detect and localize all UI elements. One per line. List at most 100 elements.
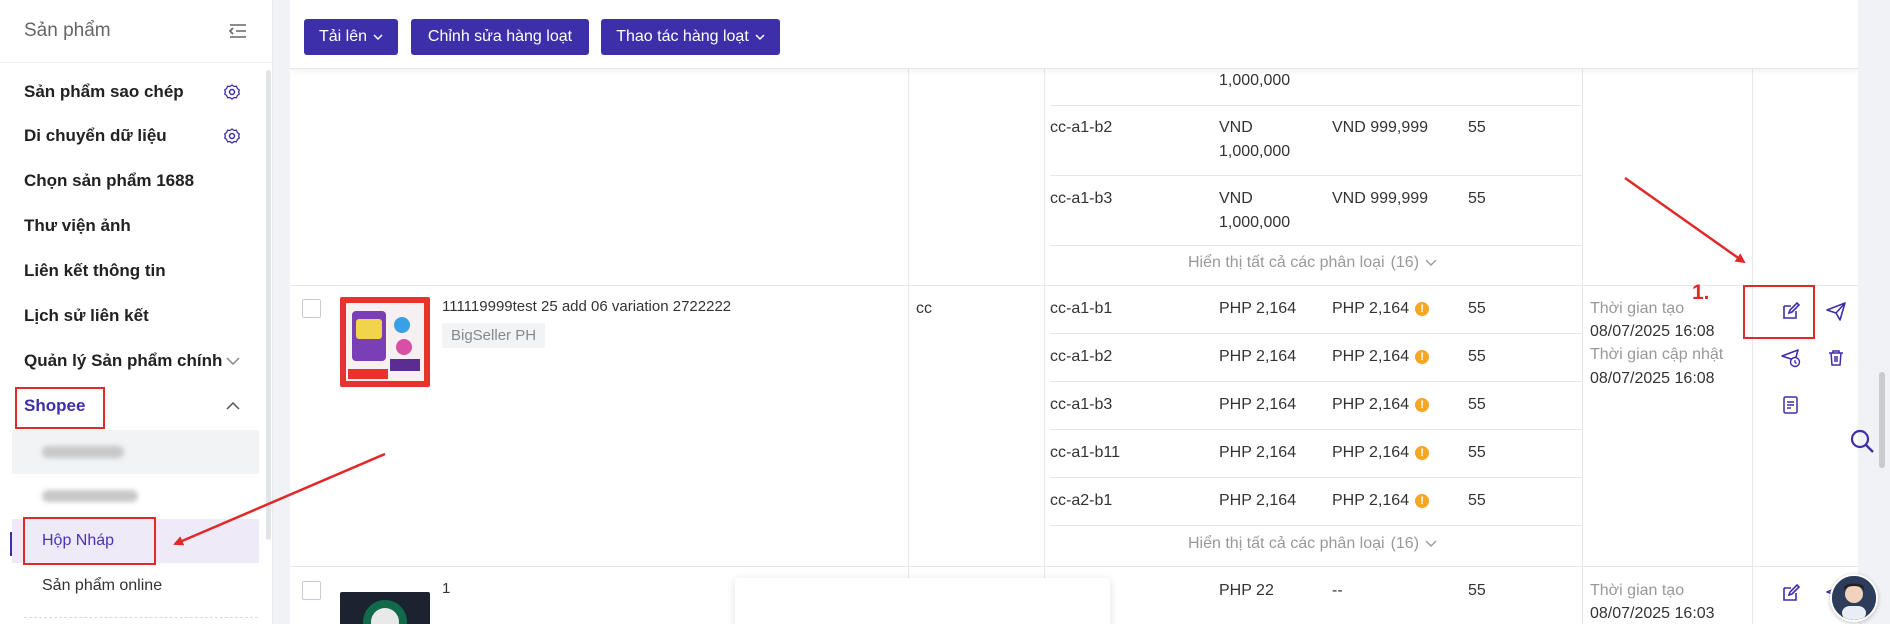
created-label: Thời gian tạo bbox=[1590, 582, 1685, 599]
variant-stock: 55 bbox=[1468, 190, 1486, 207]
warning-icon[interactable]: ! bbox=[1415, 301, 1430, 316]
row-divider bbox=[1050, 525, 1582, 526]
warning-icon[interactable]: ! bbox=[1415, 349, 1430, 364]
sidebar-subitem-blurred[interactable] bbox=[12, 430, 259, 474]
column-divider bbox=[1752, 68, 1753, 624]
variant-price: 1,000,000 bbox=[1219, 214, 1291, 231]
updated-time: 08/07/2025 16:08 bbox=[1590, 370, 1715, 387]
variant-sale-price: VND 999,999 bbox=[1332, 119, 1429, 136]
product-thumbnail[interactable] bbox=[340, 297, 430, 387]
variant-stock: 55 bbox=[1468, 300, 1486, 317]
row-checkbox[interactable] bbox=[302, 299, 321, 318]
show-all-variants-link[interactable]: Hiển thị tất cả các phân loại (16) bbox=[1188, 535, 1437, 553]
sale-price-text: PHP 2,164 bbox=[1332, 348, 1410, 365]
warning-icon[interactable]: ! bbox=[1415, 397, 1430, 412]
variant-stock: 55 bbox=[1468, 348, 1486, 365]
variant-sale-price: PHP 2,164! bbox=[1332, 492, 1430, 510]
sidebar-item-copied-products[interactable]: Sản phẩm sao chép bbox=[0, 70, 262, 114]
gear-icon[interactable] bbox=[224, 84, 240, 100]
variant-price: PHP 2,164 bbox=[1219, 492, 1297, 509]
warning-icon[interactable]: ! bbox=[1415, 493, 1430, 508]
delete-icon[interactable] bbox=[1825, 347, 1847, 369]
main-content: Tải lên Chỉnh sửa hàng loạt Thao tác hàn… bbox=[290, 0, 1858, 624]
sale-price-text: PHP 2,164 bbox=[1332, 444, 1410, 461]
variant-sale-price: -- bbox=[1332, 582, 1343, 599]
variant-sale-price: PHP 2,164! bbox=[1332, 300, 1430, 318]
variant-sku: cc-a1-b2 bbox=[1050, 348, 1113, 365]
variant-sku: cc-a2-b1 bbox=[1050, 492, 1113, 509]
search-icon[interactable] bbox=[1848, 427, 1876, 455]
product-row-divider bbox=[290, 566, 1858, 567]
variant-stock: 55 bbox=[1468, 444, 1486, 461]
updated-label: Thời gian cập nhật bbox=[1590, 346, 1724, 363]
divider bbox=[24, 617, 258, 618]
variant-sku: cc-a1-b1 bbox=[1050, 300, 1113, 317]
hover-tooltip bbox=[735, 578, 1110, 624]
support-avatar[interactable] bbox=[1830, 574, 1878, 622]
upload-button[interactable]: Tải lên bbox=[304, 19, 398, 55]
show-all-variants-link[interactable]: Hiển thị tất cả các phân loại (16) bbox=[1188, 254, 1437, 272]
sidebar-header: Sản phẩm bbox=[0, 0, 272, 63]
bulk-edit-button[interactable]: Chỉnh sửa hàng loạt bbox=[411, 19, 589, 55]
column-divider bbox=[1582, 68, 1583, 624]
variant-sku: cc-a1-b2 bbox=[1050, 119, 1113, 136]
chevron-down-icon bbox=[755, 34, 765, 41]
upload-label: Tải lên bbox=[318, 28, 368, 45]
annotation-box-edit bbox=[1743, 285, 1815, 339]
sidebar-item-image-library[interactable]: Thư viện ảnh bbox=[0, 204, 262, 248]
variant-price: PHP 2,164 bbox=[1219, 396, 1297, 413]
variant-sale-price: VND 999,999 bbox=[1332, 190, 1429, 207]
product-name-start[interactable]: 1 bbox=[442, 580, 450, 597]
column-divider bbox=[908, 68, 909, 624]
sidebar-subitem-online-products[interactable]: Sản phẩm online bbox=[12, 564, 259, 608]
created-time: 08/07/2025 16:08 bbox=[1590, 323, 1715, 340]
chevron-up-icon bbox=[226, 402, 240, 410]
page-scrollbar[interactable] bbox=[1879, 372, 1885, 468]
edit-icon[interactable] bbox=[1780, 582, 1802, 604]
variant-price: PHP 22 bbox=[1219, 582, 1274, 599]
bulk-actions-label: Thao tác hàng loạt bbox=[616, 28, 749, 45]
created-time: 08/07/2025 16:03 bbox=[1590, 605, 1715, 622]
chevron-down-icon bbox=[1425, 540, 1437, 547]
row-divider bbox=[1050, 333, 1582, 334]
variant-stock: 55 bbox=[1468, 582, 1486, 599]
variant-sale-price: PHP 2,164! bbox=[1332, 348, 1430, 366]
annotation-box-shopee bbox=[15, 387, 105, 429]
sidebar-item-link-info[interactable]: Liên kết thông tin bbox=[0, 249, 262, 293]
notes-icon[interactable] bbox=[1780, 394, 1802, 416]
variant-stock: 55 bbox=[1468, 396, 1486, 413]
row-checkbox[interactable] bbox=[302, 581, 321, 600]
variant-price: 1,000,000 bbox=[1219, 72, 1291, 89]
sidebar-item-label: Thư viện ảnh bbox=[24, 216, 131, 235]
sidebar-scrollbar[interactable] bbox=[266, 70, 271, 540]
sale-price-text: PHP 2,164 bbox=[1332, 396, 1410, 413]
variant-sku: cc-a1-b11 bbox=[1050, 444, 1120, 461]
warning-icon[interactable]: ! bbox=[1415, 445, 1430, 460]
product-name[interactable]: 111119999test 25 add 06 variation 272222… bbox=[442, 298, 731, 315]
gear-icon[interactable] bbox=[224, 128, 240, 144]
sidebar-item-label: Lịch sử liên kết bbox=[24, 306, 149, 325]
publish-icon[interactable] bbox=[1825, 300, 1847, 322]
sidebar-item-label: Di chuyển dữ liệu bbox=[24, 126, 167, 145]
store-tag: BigSeller PH bbox=[442, 323, 546, 348]
variant-stock: 55 bbox=[1468, 492, 1486, 509]
variant-sale-price: PHP 2,164! bbox=[1332, 396, 1430, 414]
row-divider bbox=[1050, 105, 1582, 106]
show-all-count: (16) bbox=[1390, 535, 1420, 552]
bulk-actions-button[interactable]: Thao tác hàng loạt bbox=[601, 19, 780, 55]
annotation-box-drafts bbox=[23, 517, 156, 565]
variant-price-currency: VND bbox=[1219, 190, 1253, 207]
sidebar-item-1688[interactable]: Chọn sản phẩm 1688 bbox=[0, 159, 262, 203]
sidebar-item-label: Chọn sản phẩm 1688 bbox=[24, 171, 195, 190]
product-thumbnail[interactable] bbox=[340, 592, 430, 624]
sidebar-item-master-products[interactable]: Quản lý Sản phẩm chính bbox=[0, 339, 262, 383]
sidebar-item-link-history[interactable]: Lịch sử liên kết bbox=[0, 294, 262, 338]
variant-price: 1,000,000 bbox=[1219, 143, 1291, 160]
column-divider bbox=[1044, 68, 1045, 624]
blurred-label bbox=[42, 446, 124, 458]
scheduled-publish-icon[interactable] bbox=[1780, 347, 1802, 369]
sidebar-item-data-migration[interactable]: Di chuyển dữ liệu bbox=[0, 114, 262, 158]
collapse-menu-icon[interactable] bbox=[226, 19, 250, 43]
variant-price: PHP 2,164 bbox=[1219, 444, 1297, 461]
sidebar-subitem-blurred[interactable] bbox=[12, 474, 259, 518]
